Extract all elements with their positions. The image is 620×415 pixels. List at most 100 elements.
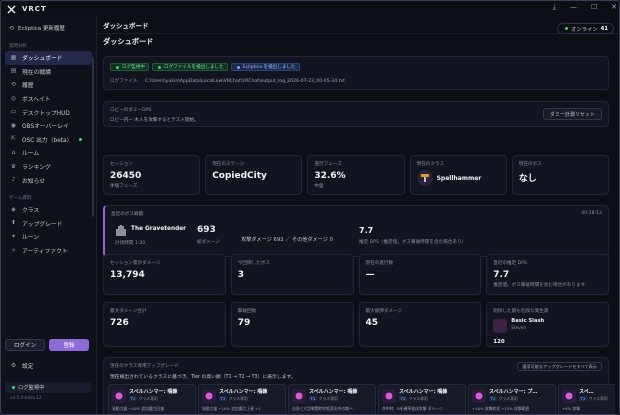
stat-value: 7.7 [493,270,510,280]
show-all-upgrades-button[interactable]: 適用可能なアップグレードをすべて表示 [517,362,602,371]
skill-sub: Steven [511,326,527,331]
section-realtime: 実時分析 [9,44,27,49]
stat-label: 最大ダメージ合計 [110,309,147,314]
upgrade-icon [292,389,306,403]
badge-dot-icon [157,65,161,69]
skill-name: Basic Slash [511,318,545,324]
sidebar-item-label: アーティファクト [22,249,68,256]
sidebar-item-class[interactable]: ◈ クラス [5,203,92,217]
share-icon: ⇱ [11,136,16,143]
upgrade-icon [562,389,576,403]
lobby-desc: ロビー内ー 木人を攻撃するとテスト開始。 [110,118,199,123]
minimize-icon[interactable]: — [570,3,577,12]
sidebar-item-label: クラス [22,208,40,215]
upgrade-tier-row: T1 クラス専用 [489,396,518,402]
stat-label: セッション [110,162,133,167]
signup-button[interactable]: 登録 [49,339,89,351]
changelog-link[interactable]: ⟲ Ecliptica 更新履歴 [5,21,92,35]
upgrade-name: スペルハンマー: 鳴錬 [309,389,358,395]
stat-label: 現在のステージ [212,162,245,167]
upgrade-card[interactable]: スペルハンマー: 鳴錬 T1 クラス専用 自身と大型戦闘時状態変化中の敵へ [288,384,376,414]
lobby-reset-button[interactable]: ダミー計測リセット [542,108,602,120]
upgrade-type: クラス専用 [588,396,608,401]
dashboard-content: ダッシュボード ログ監視中 ログファイルを検出しました Ecliptica を検出し… [97,34,615,414]
monitor-icon: ▭ [10,109,17,116]
close-icon[interactable]: ✕ [611,3,617,12]
main-area: ダッシュボード オンライン 41 ダッシュボード ログ監視中 ログファイルを検出し… [97,17,619,414]
upgrade-desc: 命中時、Bを確率強化攻撃 ダメージ [382,406,443,411]
sidebar-item-label: ルーン [22,235,40,242]
badge-label: Ecliptica を検出しました [242,65,296,70]
stat-label: 現在のボス [518,162,542,167]
boss-time: 00:28:12 [581,211,602,216]
sidebar-item-room[interactable]: ⌂ ルーム [5,146,92,160]
sidebar-item-bell[interactable]: ♪ お知らせ [5,173,92,187]
stat-label: 撃破回数 [237,309,257,314]
stat-value: CopiedCity [212,171,267,181]
status-badges: ログ監視中 ログファイルを検出しました Ecliptica を検出しました [110,63,303,71]
sidebar-scrollbar[interactable] [92,57,94,217]
upgrade-card[interactable]: スペルハンマー: 鳴錬 T1 クラス専用 発動力量 +10% 追加魔力上昇 +1 [198,384,286,414]
nav-list-data: ◈ クラス ⬆ アップグレード ✦ ルーン ✧ アーティファクト [5,203,92,257]
settings-nav[interactable]: ⚙ 設定 [5,359,91,373]
room-icon: ⌂ [11,149,16,156]
upgrade-name: スペルハンマー: 鳴錬 [399,389,448,395]
stat-value: 26450 [110,171,142,181]
upgrade-name: スペ… [579,389,594,395]
boss-attack-text: 攻撃ダメージ 693 ／ その他ダメージ 0 [241,237,333,243]
upgrade-card[interactable]: スペ… T1 クラス専用 +8% 攻撃 [558,384,615,414]
upgrade-desc: 発動力量 +10% 追加魔力上昇 +1 [202,406,261,411]
upgrade-desc: +8% 攻撃 [562,406,581,411]
upgrade-tier: T1 [219,396,227,401]
status-panel: ログ監視中 ログファイルを検出しました Ecliptica を検出しました ログファ… [103,56,609,90]
maximize-icon[interactable]: ☐ [591,3,597,12]
sidebar-item-label: OBSオーバーレイ [22,124,69,131]
sidebar-item-grid[interactable]: ▦ ダッシュボード [5,51,92,65]
sidebar-item-rune[interactable]: ✦ ルーン [5,230,92,244]
target-icon: ◎ [10,95,17,102]
upgrade-card[interactable]: スペルハンマー: 鳴錬 T1 クラス専用 命中時、Bを確率強化攻撃 ダメージ [378,384,466,414]
stat-value: 726 [110,318,129,328]
sidebar-item-label: デスクトップHUD [22,110,70,117]
rune-icon: ✦ [11,233,16,240]
sidebar-item-trophy[interactable]: ♛ ランキング [5,160,92,174]
status-badge: ログ監視中 [110,63,149,71]
sidebar-item-upgrade[interactable]: ⬆ アップグレード [5,217,92,231]
boss-title: 直近のボス戦闘 [111,212,144,217]
sidebar-item-label: アップグレード [22,221,63,228]
upgrade-card[interactable]: スペルハンマー: プ… T1 クラス専用 +10% 攻撃射程 +15% 攻撃範囲 [468,384,556,414]
login-button[interactable]: ログイン [5,339,45,351]
stat-card: 現在のステージ CopiedCity [205,155,303,195]
upgrade-tier: T1 [579,396,587,401]
stat-label: 進行フェーズ [314,162,342,167]
sidebar-item-history[interactable]: ⟲ 履歴 [5,78,92,92]
sidebar-item-monitor[interactable]: ▭ デスクトップHUD [5,105,92,119]
stat-value: Spellhammer [436,175,482,182]
upgrade-tier: T1 [129,396,137,401]
sidebar-item-label: OSC 出力（beta） [22,137,73,144]
upgrade-card[interactable]: スペルハンマー: 鳴錬 T1 クラス専用発動力量 +10% 追加魔力回復 [108,384,196,414]
stat-value: — [365,270,375,280]
upgrade-desc: 発動力量 +10% 追加魔力回復 [112,406,165,411]
upgrade-tier-row: T1 クラス専用 [129,396,158,402]
sidebar-item-chart[interactable]: ▤ 現在の戦績 [5,65,92,79]
sidebar-item-artifact[interactable]: ✧ アーティファクト [5,244,92,258]
upgrade-tier-row: T1 クラス専用 [309,396,338,402]
upgrade-tier-row: T1 クラス専用 [579,396,608,402]
stat-card: 削除した最も危険な発生源 120 Basic Slash Steven [486,302,609,347]
badge-dot-icon [236,65,240,69]
upgrade-name: スペルハンマー: 鳴錬 [129,389,178,395]
header-title: ダッシュボード [103,22,149,30]
stat-value: 13,794 [110,270,145,280]
sidebar-item-broadcast[interactable]: ◉ OBSオーバーレイ [5,119,92,133]
stat-card: セッション累計ダメージ 13,794 [103,254,226,295]
class-icon: ◈ [11,206,16,213]
sidebar-item-label: ボスヘイト [22,97,51,104]
sidebar-item-share[interactable]: ⇱ OSC 出力（beta） [5,133,92,147]
sidebar-item-label: お知らせ [22,178,46,185]
sidebar-item-target[interactable]: ◎ ボスヘイト [5,92,92,106]
sidebar-item-label: 現在の戦績 [22,69,51,76]
sidebar: ⟲ Ecliptica 更新履歴 実時分析 ▦ ダッシュボード ▤ 現在の戦績 ⟲ 履歴 ◎… [1,17,97,414]
online-indicator: オンライン 41 [557,23,614,34]
download-icon[interactable]: ⤓ [553,3,556,12]
